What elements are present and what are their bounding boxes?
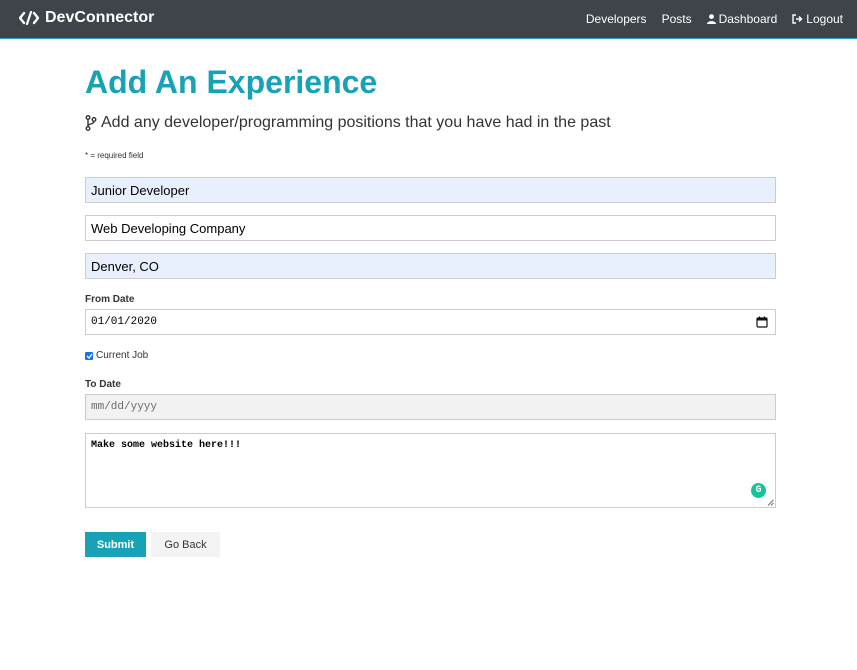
go-back-button[interactable]: Go Back	[151, 532, 220, 557]
company-input[interactable]: Web Developing Company	[85, 215, 776, 241]
job-description-textarea[interactable]: Make some website here!!! G	[85, 433, 776, 508]
nav-link-developers[interactable]: Developers	[586, 12, 647, 26]
nav-links: Developers Posts Dashboard Logout	[571, 12, 843, 26]
nav-link-label: Dashboard	[718, 12, 778, 26]
brand-link[interactable]: DevConnector	[19, 9, 154, 27]
company-value: Web Developing Company	[91, 220, 246, 236]
nav-link-label: Posts	[661, 12, 692, 26]
current-job-checkbox[interactable]	[85, 351, 93, 360]
submit-button[interactable]: Submit	[85, 532, 146, 557]
required-note: * = required field	[85, 151, 144, 160]
job-title-value: Junior Developer	[91, 182, 190, 198]
to-date-placeholder: mm/dd/yyyy	[91, 401, 158, 413]
to-date-label: To Date	[85, 379, 121, 390]
calendar-icon[interactable]	[756, 316, 768, 328]
resize-handle-icon[interactable]	[767, 499, 774, 506]
nav-link-label: Developers	[585, 12, 647, 26]
job-title-input[interactable]: Junior Developer	[85, 177, 776, 203]
lead-label: Add any developer/programming positions …	[101, 114, 611, 131]
from-date-input[interactable]: 01/01/2020	[85, 309, 776, 335]
navbar: DevConnector Developers Posts Dashboard	[0, 0, 857, 39]
current-job-row: Current Job	[85, 350, 148, 361]
lead-text: Add any developer/programming positions …	[85, 114, 611, 132]
page-title: Add An Experience	[85, 64, 378, 100]
to-date-input[interactable]: mm/dd/yyyy	[85, 394, 776, 420]
nav-link-dashboard[interactable]: Dashboard	[706, 12, 778, 26]
nav-link-label: Logout	[806, 12, 843, 26]
grammarly-icon[interactable]: G	[751, 483, 766, 498]
code-branch-icon	[85, 115, 97, 131]
brand-label: DevConnector	[45, 9, 155, 26]
sign-out-icon	[792, 14, 803, 24]
from-date-label: From Date	[85, 294, 135, 305]
location-input[interactable]: Denver, CO	[85, 253, 776, 279]
nav-link-posts[interactable]: Posts	[662, 12, 692, 26]
current-job-label: Current Job	[96, 350, 149, 361]
code-icon	[19, 11, 39, 25]
nav-link-logout[interactable]: Logout	[792, 12, 843, 26]
from-date-value: 01/01/2020	[91, 316, 158, 328]
location-value: Denver, CO	[91, 258, 159, 274]
job-description-value: Make some website here!!!	[91, 440, 242, 451]
user-icon	[706, 14, 716, 24]
